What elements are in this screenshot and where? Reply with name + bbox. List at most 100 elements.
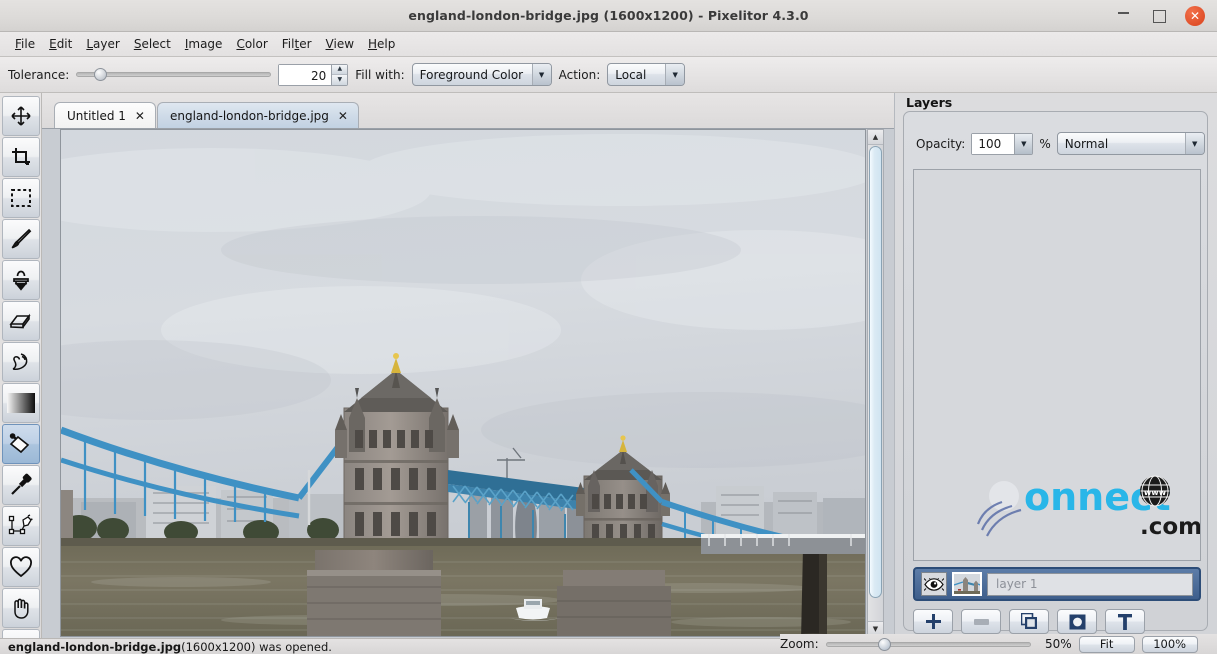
layers-list[interactable]: onnect www .com [913, 169, 1201, 561]
svg-text:onnect: onnect [1024, 475, 1171, 519]
tolerance-spinner-arrows: ▲ ▼ [331, 64, 348, 85]
delete-layer-button[interactable] [961, 609, 1001, 634]
zoom-slider-knob[interactable] [877, 637, 891, 651]
pen-tool[interactable] [2, 506, 40, 546]
fill-with-label: Fill with: [355, 67, 405, 82]
action-value: Local [615, 67, 647, 82]
menu-color[interactable]: Color [229, 34, 274, 54]
chevron-down-icon[interactable]: ▼ [1184, 133, 1204, 154]
tolerance-decrement-button[interactable]: ▼ [332, 75, 348, 85]
layer-name-input[interactable]: layer 1 [987, 572, 1193, 596]
connect-com-watermark: onnect www .com [972, 468, 1201, 538]
add-mask-button[interactable] [1057, 609, 1097, 634]
tolerance-spinner[interactable]: 20 ▲ ▼ [278, 63, 349, 86]
canvas-vertical-scrollbar[interactable]: ▲ ▼ [867, 129, 884, 637]
gradient-tool[interactable] [2, 383, 40, 423]
menu-layer[interactable]: Layer [79, 34, 126, 54]
shapes-tool[interactable] [2, 547, 40, 587]
menu-bar: File Edit Layer Select Image Color Filte… [0, 32, 1217, 57]
blend-mode-select[interactable]: Normal ▼ [1056, 132, 1205, 155]
zoom-slider-track [825, 641, 1031, 647]
maximize-button[interactable] [1149, 6, 1169, 26]
menu-select[interactable]: Select [127, 34, 178, 54]
menu-edit[interactable]: Edit [42, 34, 79, 54]
tolerance-label: Tolerance: [8, 67, 70, 82]
svg-text:www: www [1144, 488, 1167, 497]
rectangle-select-tool[interactable] [2, 178, 40, 218]
eraser-tool[interactable] [2, 301, 40, 341]
tab-untitled-1[interactable]: Untitled 1 ✕ [54, 102, 156, 128]
paint-bucket-tool[interactable] [2, 424, 40, 464]
menu-filter[interactable]: Filter [275, 34, 319, 54]
title-bar: england-london-bridge.jpg (1600x1200) - … [0, 0, 1217, 32]
clone-stamp-tool[interactable] [2, 260, 40, 300]
brush-tool[interactable] [2, 219, 40, 259]
pixelitor-window: england-london-bridge.jpg (1600x1200) - … [0, 0, 1217, 654]
tab-label: Untitled 1 [67, 108, 126, 123]
close-icon[interactable]: ✕ [135, 109, 145, 123]
status-message: (1600x1200) was opened. [181, 639, 332, 654]
opacity-value[interactable]: 100 [972, 133, 1015, 154]
close-icon[interactable]: ✕ [338, 109, 348, 123]
chevron-down-icon[interactable]: ▼ [531, 64, 551, 85]
svg-text:.com: .com [1140, 514, 1201, 538]
layers-panel: Layers Opacity: 100 ▼ % Normal ▼ onnect … [894, 93, 1217, 638]
zoom-label: Zoom: [780, 637, 819, 651]
window-title: england-london-bridge.jpg (1600x1200) - … [408, 8, 809, 23]
layer-row[interactable]: layer 1 [913, 567, 1201, 601]
tolerance-value[interactable]: 20 [279, 64, 332, 85]
hand-tool[interactable] [2, 588, 40, 628]
chevron-down-icon[interactable]: ▼ [1014, 133, 1033, 154]
menu-file[interactable]: File [8, 34, 42, 54]
percent-label: % [1039, 136, 1051, 151]
zoom-value: 50% [1044, 637, 1072, 651]
document-tabs: Untitled 1 ✕ england-london-bridge.jpg ✕ [42, 93, 894, 128]
close-button[interactable]: ✕ [1185, 6, 1205, 26]
window-controls: ✕ [1113, 0, 1211, 32]
tool-palette [0, 93, 42, 654]
scroll-up-button[interactable]: ▲ [868, 130, 883, 145]
layer-thumbnail-image [954, 574, 980, 594]
eye-icon [924, 577, 944, 591]
image-canvas[interactable] [60, 129, 866, 637]
color-picker-tool[interactable] [2, 465, 40, 505]
zoom-100-button[interactable]: 100% [1141, 635, 1198, 653]
status-filename: england-london-bridge.jpg [8, 639, 182, 654]
zoom-slider[interactable] [825, 636, 1031, 652]
layers-panel-body: Opacity: 100 ▼ % Normal ▼ onnect www .co… [903, 111, 1208, 634]
menu-help[interactable]: Help [361, 34, 402, 54]
smudge-tool[interactable] [2, 342, 40, 382]
scrollbar-thumb[interactable] [869, 146, 882, 598]
opacity-label: Opacity: [916, 136, 966, 151]
zoom-fit-button[interactable]: Fit [1078, 635, 1135, 653]
chevron-down-icon[interactable]: ▼ [665, 64, 685, 85]
tab-england-london-bridge[interactable]: england-london-bridge.jpg ✕ [156, 102, 359, 128]
layer-thumbnail[interactable] [952, 572, 982, 596]
action-label: Action: [558, 67, 601, 82]
tolerance-slider[interactable] [76, 66, 272, 84]
blend-mode-value: Normal [1064, 136, 1109, 151]
opacity-row: Opacity: 100 ▼ % Normal ▼ [916, 132, 1205, 155]
tolerance-slider-knob[interactable] [93, 68, 107, 81]
plus-icon [925, 614, 941, 629]
opacity-input[interactable]: 100 ▼ [971, 132, 1034, 155]
action-select[interactable]: Local ▼ [607, 63, 686, 86]
menu-image[interactable]: Image [178, 34, 230, 54]
duplicate-layer-button[interactable] [1009, 609, 1049, 634]
layer-visibility-toggle[interactable] [921, 572, 947, 596]
menu-view[interactable]: View [319, 34, 361, 54]
move-tool[interactable] [2, 96, 40, 136]
add-text-layer-button[interactable] [1105, 609, 1145, 634]
minimize-button[interactable] [1113, 6, 1133, 26]
canvas-area[interactable]: ▲ ▼ [42, 128, 894, 638]
crop-tool[interactable] [2, 137, 40, 177]
tool-options-bar: Tolerance: 20 ▲ ▼ Fill with: Foreground … [0, 57, 1217, 93]
tab-label: england-london-bridge.jpg [169, 108, 329, 123]
duplicate-layers-icon [1020, 613, 1037, 629]
add-layer-button[interactable] [913, 609, 953, 634]
layer-action-buttons [913, 609, 1145, 634]
layer-mask-icon [1069, 614, 1085, 629]
tolerance-increment-button[interactable]: ▲ [332, 64, 348, 75]
text-layer-icon [1118, 613, 1132, 630]
fill-with-select[interactable]: Foreground Color ▼ [411, 63, 552, 86]
